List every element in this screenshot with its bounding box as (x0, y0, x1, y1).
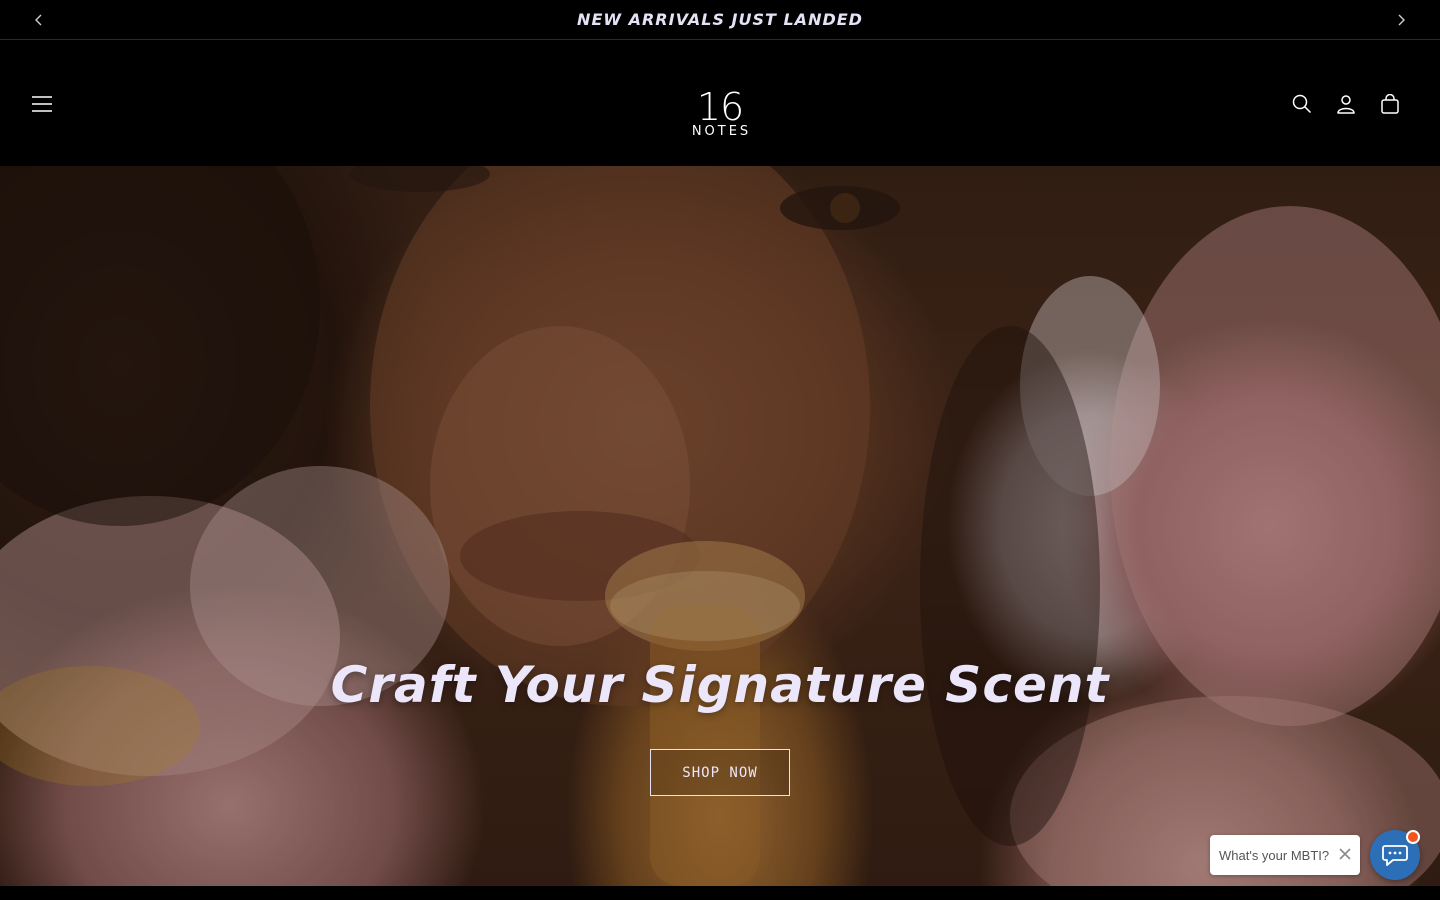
site-header: 16 NOTES (0, 41, 1440, 166)
search-button[interactable] (1286, 88, 1318, 120)
hero-title: Craft Your Signature Scent (330, 656, 1110, 714)
logo-word: NOTES (691, 124, 752, 139)
cart-icon (1381, 94, 1399, 114)
announcement-bar: NEW ARRIVALS JUST LANDED (0, 0, 1440, 40)
account-button[interactable] (1330, 88, 1362, 120)
hamburger-menu-icon (32, 96, 52, 112)
announcement-prev-button[interactable] (29, 10, 49, 30)
mbti-prompt-text: What's your MBTI? (1219, 847, 1330, 863)
shop-now-button[interactable]: SHOP NOW (650, 749, 790, 796)
hero-banner: Craft Your Signature Scent SHOP NOW (0, 166, 1440, 886)
mbti-close-button[interactable] (1336, 845, 1354, 863)
announcement-text[interactable]: NEW ARRIVALS JUST LANDED (577, 10, 863, 29)
mbti-prompt-bubble[interactable]: What's your MBTI? (1210, 835, 1360, 875)
close-icon (1339, 848, 1351, 860)
cart-button[interactable] (1374, 88, 1406, 120)
chat-bubble-icon (1382, 845, 1408, 866)
logo-number: 16 (696, 85, 744, 129)
search-icon (1292, 94, 1312, 114)
chat-notification-badge (1406, 830, 1420, 844)
page-bottom-strip (0, 886, 1440, 900)
announcement-next-button[interactable] (1391, 10, 1411, 30)
menu-button[interactable] (26, 88, 58, 120)
chevron-left-icon (35, 14, 42, 26)
store-logo[interactable]: 16 NOTES (680, 87, 760, 147)
account-icon (1337, 95, 1355, 114)
chevron-right-icon (1398, 14, 1405, 26)
